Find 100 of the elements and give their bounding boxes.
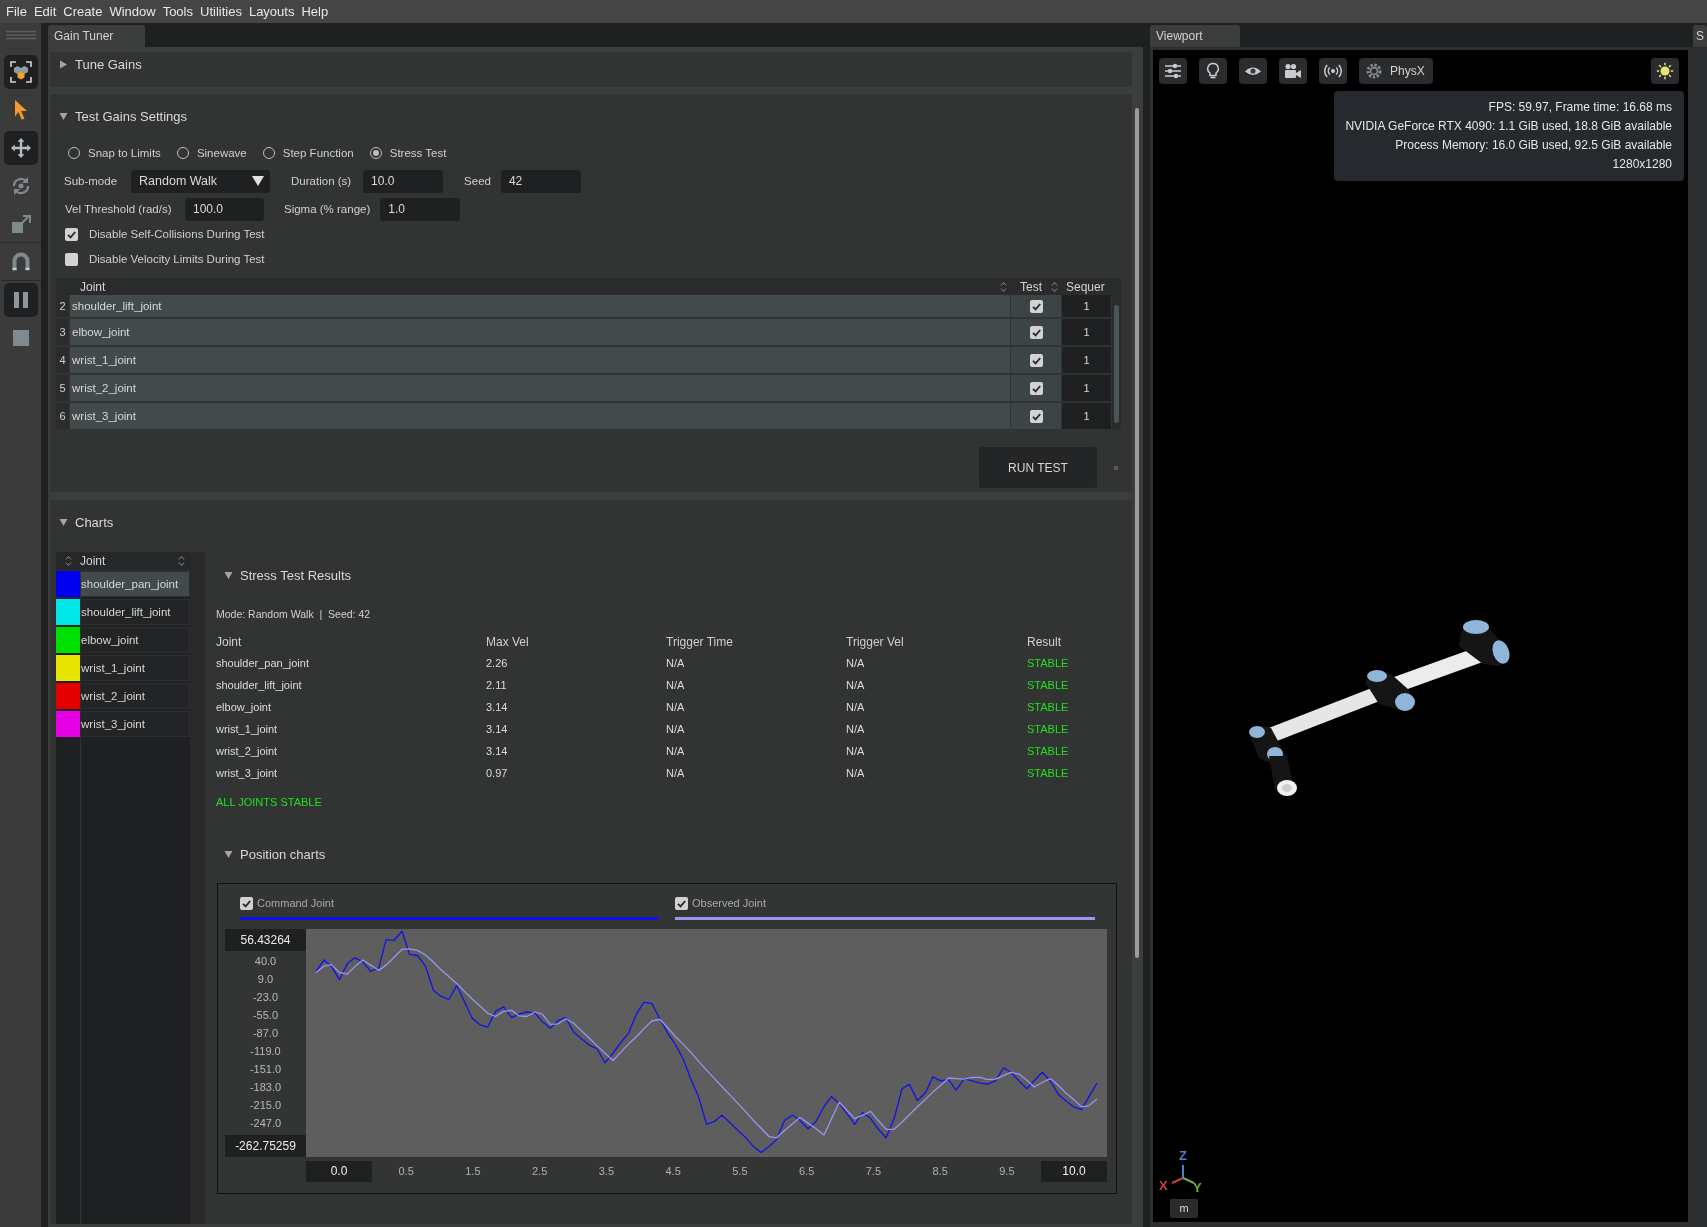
checkbox[interactable]	[1029, 409, 1043, 423]
velocity-threshold-input[interactable]: 100.0	[185, 197, 264, 221]
sequence-field[interactable]: 1	[1062, 375, 1111, 401]
lightbulb-icon[interactable]	[1204, 62, 1222, 80]
checkbox[interactable]	[1029, 381, 1043, 395]
scrollbar-thumb[interactable]	[1135, 108, 1139, 958]
menu-item[interactable]: Help	[298, 0, 332, 23]
menu-item[interactable]: File	[3, 0, 30, 23]
duration-input[interactable]: 10.0	[363, 169, 444, 193]
broadcast-icon[interactable]	[1324, 62, 1342, 80]
sliders-icon[interactable]	[1164, 62, 1182, 80]
checkbox[interactable]	[1029, 325, 1043, 339]
settings-button[interactable]	[1159, 58, 1187, 84]
visibility-button[interactable]	[1239, 58, 1267, 84]
checkbox[interactable]	[1029, 353, 1043, 367]
selection-mode-button[interactable]	[3, 55, 38, 89]
caret-icon[interactable]	[252, 176, 265, 186]
sort-icon[interactable]	[178, 555, 185, 567]
section-header[interactable]: Charts	[59, 512, 1132, 532]
sequence-field[interactable]: 1	[1062, 403, 1111, 429]
checkbox[interactable]	[675, 896, 688, 910]
sigma-input[interactable]: 1.0	[380, 197, 461, 221]
section-header[interactable]: Test Gains Settings	[59, 106, 187, 126]
joint-list-item[interactable]: shoulder_lift_joint	[80, 599, 190, 625]
menu-item[interactable]: Tools	[159, 0, 196, 23]
scrollbar-thumb[interactable]	[1114, 305, 1119, 423]
section-header[interactable]: Stress Test Results	[224, 565, 1132, 585]
column-header: Joint	[216, 635, 242, 649]
checkbox[interactable]	[1029, 299, 1043, 313]
x-tick-label: 5.5	[732, 1164, 748, 1179]
table-cell: 3.14	[486, 701, 508, 713]
column-header[interactable]: Sequer	[1066, 279, 1105, 294]
disclosure-triangle-icon[interactable]	[224, 570, 233, 580]
x-tick-label: 0.5	[398, 1164, 414, 1179]
y-tick-label: -215.0	[248, 1098, 283, 1113]
stats-line: Process Memory: 16.0 GiB used, 92.5 GiB available	[1394, 137, 1672, 154]
movie-camera-icon[interactable]	[1284, 62, 1302, 80]
table-cell: N/A	[846, 679, 865, 691]
row-number: 3	[56, 319, 69, 345]
menu-item[interactable]: Layouts	[245, 0, 298, 23]
unit-label[interactable]: m	[1170, 1199, 1198, 1218]
joint-list-item[interactable]: wrist_3_joint	[80, 711, 190, 737]
disclosure-triangle-icon[interactable]	[59, 517, 68, 527]
menu-item[interactable]: Edit	[30, 0, 60, 23]
checkbox[interactable]	[65, 252, 78, 266]
table-cell: shoulder_lift_joint	[216, 679, 302, 691]
joint-list-item[interactable]: wrist_2_joint	[80, 683, 190, 709]
render-mode-button[interactable]	[1651, 58, 1679, 84]
menu-item[interactable]: Create	[60, 0, 106, 23]
y-tick-label: -151.0	[248, 1061, 283, 1076]
panel-tab[interactable]: S	[1693, 25, 1707, 47]
sub-mode-dropdown[interactable]: Random Walk	[131, 169, 271, 193]
column-header[interactable]: Joint	[80, 279, 106, 294]
x-tick-label: 4.5	[665, 1164, 681, 1179]
disclosure-triangle-icon[interactable]	[224, 849, 233, 859]
table-cell: wrist_2_joint	[216, 745, 278, 757]
sequence-field[interactable]: 1	[1062, 319, 1111, 345]
axis-value-box: 0.0	[306, 1161, 372, 1182]
physics-button[interactable]: PhysX	[1359, 58, 1433, 84]
seed-input[interactable]: 42	[500, 169, 581, 193]
stats-line: NVIDIA GeForce RTX 4090: 1.1 GiB used, 18.8 GiB available	[1344, 118, 1672, 135]
panel-tab[interactable]: Gain Tuner	[48, 25, 145, 47]
move-tool-button[interactable]	[3, 131, 38, 165]
section-header[interactable]: Position charts	[224, 844, 1132, 864]
y-tick-label: 9.0	[256, 971, 275, 986]
run-test-button[interactable]: RUN TEST	[979, 447, 1097, 488]
x-tick-label: 2.5	[532, 1164, 548, 1179]
menu-item[interactable]: Window	[106, 0, 159, 23]
disclosure-triangle-icon[interactable]	[59, 111, 68, 121]
camera-button[interactable]	[1279, 58, 1307, 84]
table-cell: N/A	[666, 745, 685, 757]
column-header[interactable]: Test	[1020, 279, 1042, 294]
sequence-field[interactable]: 1	[1062, 347, 1111, 373]
panel-tab[interactable]: Viewport	[1150, 25, 1240, 47]
menu-item[interactable]: Utilities	[197, 0, 245, 23]
section-header[interactable]: Tune Gains	[59, 54, 142, 74]
joint-list-item[interactable]: shoulder_pan_joint	[80, 571, 190, 597]
sequence-field[interactable]: 1	[1062, 295, 1111, 317]
lighting-button[interactable]	[1199, 58, 1227, 84]
scale-icon[interactable]	[9, 213, 32, 235]
disclosure-triangle-icon[interactable]	[59, 59, 68, 69]
sort-icon[interactable]	[1000, 280, 1007, 293]
checkbox-label: Disable Velocity Limits During Test	[89, 253, 265, 265]
sort-icon[interactable]	[64, 555, 72, 567]
pause-button[interactable]	[3, 283, 38, 317]
column-header: Trigger Time	[666, 635, 733, 649]
gear-icon[interactable]	[1365, 62, 1383, 80]
checkbox[interactable]	[240, 896, 253, 910]
cubes-icon[interactable]	[9, 61, 32, 83]
joint-list-item[interactable]: elbow_joint	[80, 627, 190, 653]
joint-list-item[interactable]: wrist_1_joint	[80, 655, 190, 681]
move-arrows-icon[interactable]	[9, 137, 32, 159]
table-cell: 2.11	[486, 679, 507, 691]
sort-icon[interactable]	[1051, 280, 1058, 293]
column-header: Result	[1027, 635, 1061, 649]
column-header[interactable]: Joint	[80, 554, 106, 568]
sun-icon[interactable]	[1656, 62, 1674, 80]
grip-icon[interactable]	[5, 30, 36, 40]
broadcast-button[interactable]	[1319, 58, 1347, 84]
checkbox[interactable]	[65, 227, 78, 241]
